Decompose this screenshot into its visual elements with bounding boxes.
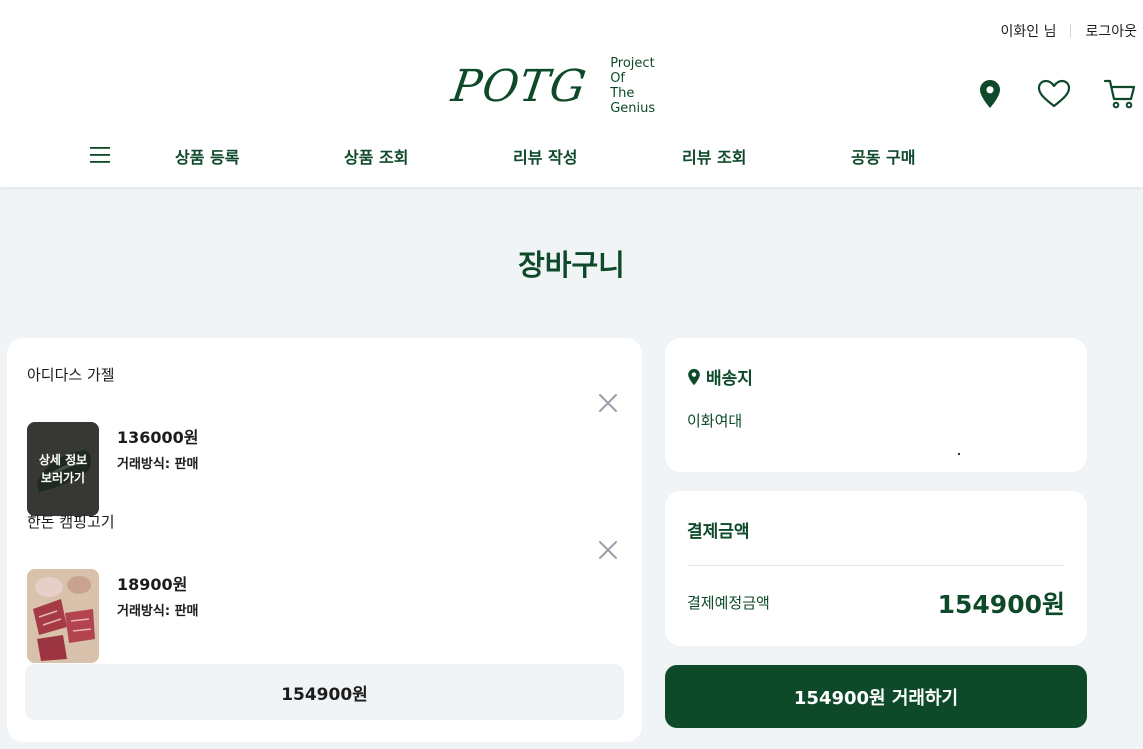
item-name: 한돈 캠핑고기 <box>27 513 115 531</box>
payment-label: 결제예정금액 <box>687 594 770 612</box>
item-thumbnail[interactable] <box>27 569 99 663</box>
nav-item-product-search[interactable]: 상품 조회 <box>344 144 408 168</box>
payment-card: 결제금액 결제예정금액 154900원 <box>665 491 1087 646</box>
logo-mark: POTG <box>448 60 590 112</box>
close-icon[interactable] <box>597 392 619 414</box>
payment-title: 결제금액 <box>687 522 750 542</box>
logo-subtitle: Project Of The Genius <box>610 56 655 116</box>
item-thumbnail[interactable]: 상세 정보 보러가기 <box>27 422 99 516</box>
shipping-title: 배송지 <box>687 364 753 389</box>
decorative-dot <box>958 453 960 455</box>
hamburger-icon[interactable] <box>90 146 110 164</box>
header-icons <box>977 78 1137 110</box>
location-icon <box>688 368 700 385</box>
shipping-address: 이화여대 <box>687 412 743 430</box>
shipping-title-text: 배송지 <box>706 369 753 389</box>
location-icon[interactable] <box>977 79 1003 109</box>
logo-sub-line: The <box>610 86 635 101</box>
item-price: 136000원 <box>117 428 199 447</box>
meat-image <box>27 569 99 663</box>
close-icon[interactable] <box>597 539 619 561</box>
nav-item-group-buy[interactable]: 공동 구매 <box>851 144 915 168</box>
cart-list: 아디다스 가젤 상세 정보 보러가기 136000원 거래방식: 판매 한돈 캠… <box>7 338 642 742</box>
detail-overlay[interactable]: 상세 정보 보러가기 <box>27 422 99 516</box>
page-title: 장바구니 <box>518 248 625 282</box>
payment-amount: 154900원 <box>937 590 1065 619</box>
cart-icon[interactable] <box>1103 78 1137 110</box>
nav-item-product-register[interactable]: 상품 등록 <box>175 144 239 168</box>
cart-item: 한돈 캠핑고기 18900원 거래방식: 판매 <box>27 511 627 663</box>
logo-sub-line: Project <box>610 56 655 71</box>
heart-icon[interactable] <box>1037 79 1071 109</box>
main-nav: 상품 등록 상품 조회 리뷰 작성 리뷰 조회 공동 구매 <box>0 142 1143 170</box>
nav-item-review-list[interactable]: 리뷰 조회 <box>682 144 746 168</box>
logo-sub-line: Genius <box>610 101 656 116</box>
logo[interactable]: POTG Project Of The Genius <box>448 56 655 116</box>
user-bar: 이화인 님 로그아웃 <box>1000 21 1137 41</box>
overlay-line: 보러가기 <box>40 471 86 485</box>
logo-sub-line: Of <box>610 71 625 86</box>
user-name: 이화인 님 <box>1000 24 1057 40</box>
shipping-card: 배송지 이화여대 <box>665 338 1087 472</box>
checkout-button[interactable]: 154900원 거래하기 <box>665 665 1087 728</box>
item-price: 18900원 <box>117 575 188 594</box>
logout-link[interactable]: 로그아웃 <box>1085 21 1137 41</box>
cart-total: 154900원 <box>25 664 624 720</box>
item-trade-type: 거래방식: 판매 <box>117 457 199 472</box>
cart-item: 아디다스 가젤 상세 정보 보러가기 136000원 거래방식: 판매 <box>27 364 627 516</box>
site-header: 이화인 님 로그아웃 POTG Project Of The Genius 상품… <box>0 0 1143 187</box>
item-trade-type: 거래방식: 판매 <box>117 604 199 619</box>
topbar-divider <box>1070 24 1072 38</box>
overlay-line: 상세 정보 <box>38 453 88 467</box>
item-name: 아디다스 가젤 <box>27 366 115 384</box>
nav-item-review-write[interactable]: 리뷰 작성 <box>513 144 577 168</box>
divider <box>687 565 1064 566</box>
